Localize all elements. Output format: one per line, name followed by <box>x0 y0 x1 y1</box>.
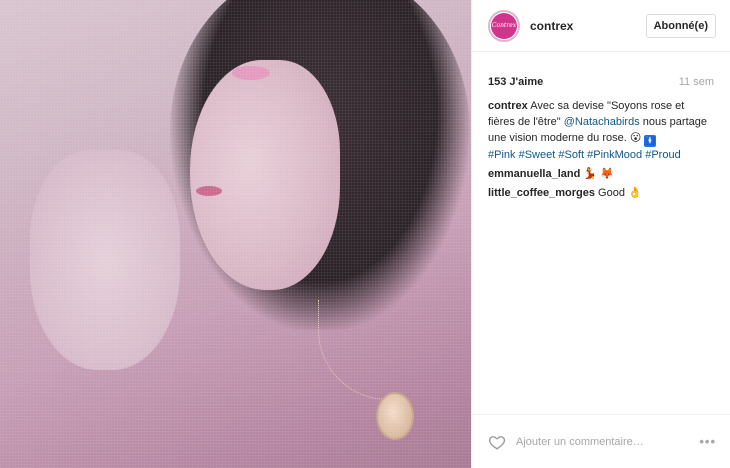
comment-username[interactable]: emmanuella_land <box>488 168 580 180</box>
fox-emoji-icon: 🦊 <box>600 167 614 180</box>
post-meta: 153 J'aime 11 sem <box>472 52 730 92</box>
hashtag-link[interactable]: #Proud <box>645 149 680 161</box>
post-sidebar: Contrex contrex Abonné(e) 153 J'aime 11 … <box>471 0 730 468</box>
post-age[interactable]: 11 sem <box>679 76 714 88</box>
dancer-emoji-icon: 💃 <box>583 167 598 180</box>
mention-link[interactable]: @Natachabirds <box>564 116 640 128</box>
follow-button[interactable]: Abonné(e) <box>645 13 716 38</box>
post-photo[interactable] <box>0 0 471 468</box>
hashtag-link[interactable]: #PinkMood <box>587 149 642 161</box>
post-footer: ••• <box>472 414 730 468</box>
comments-list: contrex Avec sa devise "Soyons rose et f… <box>472 92 730 204</box>
instagram-post: Contrex contrex Abonné(e) 153 J'aime 11 … <box>0 0 730 468</box>
contrex-logo: Contrex <box>491 12 517 39</box>
post-header: Contrex contrex Abonné(e) <box>472 0 730 52</box>
hashtag-link[interactable]: #Soft <box>558 149 584 161</box>
likes-count[interactable]: 153 J'aime <box>488 76 543 88</box>
hashtag-link[interactable]: #Pink <box>488 149 516 161</box>
photo-veil-overlay <box>0 0 471 468</box>
caption: contrex Avec sa devise "Soyons rose et f… <box>488 98 714 163</box>
emoji-face: 😮 <box>629 131 642 144</box>
account-username[interactable]: contrex <box>530 19 646 33</box>
comment-item: little_coffee_morges Good 👌 <box>488 185 714 201</box>
comment-input[interactable] <box>516 435 700 448</box>
restroom-woman-icon: 🚺 <box>644 135 657 147</box>
ok-hand-emoji-icon: 👌 <box>628 186 642 199</box>
comment-username[interactable]: little_coffee_morges <box>488 187 595 199</box>
avatar[interactable]: Contrex <box>488 9 520 42</box>
heart-icon[interactable] <box>488 433 506 451</box>
comment-item: emmanuella_land 💃 🦊 <box>488 166 714 182</box>
more-options-icon[interactable]: ••• <box>699 434 716 449</box>
comment-text: Good <box>598 187 625 199</box>
hashtag-link[interactable]: #Sweet <box>519 149 556 161</box>
caption-username[interactable]: contrex <box>488 100 528 112</box>
